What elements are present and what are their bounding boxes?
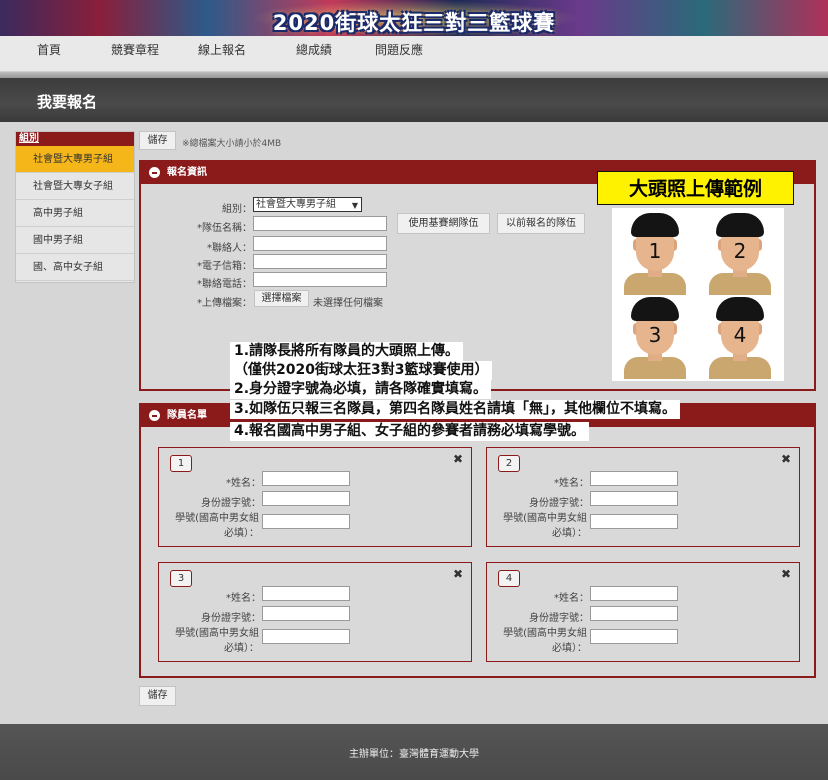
member-id-input[interactable] bbox=[262, 606, 350, 621]
no-file-text: 未選擇任何檔案 bbox=[313, 298, 383, 309]
member-number: 2 bbox=[498, 455, 520, 472]
banner: 2020街球太狂三對三籃球賽 bbox=[0, 0, 828, 36]
member-student-input[interactable] bbox=[262, 629, 350, 644]
contact-input[interactable] bbox=[253, 236, 387, 251]
name-label: *姓名： bbox=[226, 478, 261, 489]
student-label: 學號(國高中男女組 必填）： bbox=[503, 513, 587, 539]
team-name-label: *隊伍名稱： bbox=[197, 223, 252, 234]
save-button-bottom[interactable]: 儲存 bbox=[139, 686, 176, 706]
id-label: 身份證字號： bbox=[529, 498, 589, 509]
sample-number-1: 1 bbox=[648, 239, 662, 263]
note-2: 2.身分證字號為必填，請各隊確實填寫。 bbox=[230, 380, 492, 399]
member-name-input[interactable] bbox=[590, 471, 678, 486]
id-label: 身份證字號： bbox=[201, 498, 261, 509]
member-number: 3 bbox=[170, 570, 192, 587]
nav-results[interactable]: 總成績 bbox=[296, 41, 332, 58]
sidebar: 組別 社會暨大專男子組 社會暨大專女子組 高中男子組 國中男子組 國、高中女子組 bbox=[15, 131, 135, 283]
member-card-1: 1 ✖ *姓名： 身份證字號： 學號(國高中男女組 必填）： bbox=[158, 447, 472, 547]
contact-label: *聯絡人： bbox=[207, 243, 252, 254]
close-icon[interactable]: ✖ bbox=[781, 452, 791, 466]
sidebar-item-highschool-men[interactable]: 高中男子組 bbox=[16, 200, 134, 227]
sidebar-item-college-men[interactable]: 社會暨大專男子組 bbox=[16, 146, 134, 173]
name-label: *姓名： bbox=[554, 593, 589, 604]
student-label: 學號(國高中男女組 必填）： bbox=[175, 513, 259, 539]
collapse-icon[interactable] bbox=[149, 167, 160, 178]
member-student-input[interactable] bbox=[590, 514, 678, 529]
upload-label: *上傳檔案： bbox=[197, 298, 252, 309]
note-1: 1.請隊長將所有隊員的大頭照上傳。 bbox=[230, 342, 464, 361]
member-name-input[interactable] bbox=[262, 471, 350, 486]
sidebar-item-junior-men[interactable]: 國中男子組 bbox=[16, 227, 134, 254]
collapse-icon[interactable] bbox=[149, 410, 160, 421]
team-name-input[interactable] bbox=[253, 216, 387, 231]
nav-register[interactable]: 線上報名 bbox=[198, 41, 246, 58]
group-label: 組別： bbox=[222, 204, 252, 215]
instruction-notes: 1.請隊長將所有隊員的大頭照上傳。 （僅供2020街球太狂3對3籃球賽使用） 2… bbox=[226, 338, 806, 448]
phone-label: *聯絡電話： bbox=[197, 279, 252, 290]
member-card-2: 2 ✖ *姓名： 身份證字號： 學號(國高中男女組 必填）： bbox=[486, 447, 800, 547]
sidebar-item-college-women[interactable]: 社會暨大專女子組 bbox=[16, 173, 134, 200]
member-name-input[interactable] bbox=[590, 586, 678, 601]
member-student-input[interactable] bbox=[262, 514, 350, 529]
members-heading: 隊員名單 bbox=[167, 410, 207, 421]
sample-number-2: 2 bbox=[733, 239, 747, 263]
member-number: 1 bbox=[170, 455, 192, 472]
note-4: 4.報名國高中男子組、女子組的參賽者請務必填寫學號。 bbox=[230, 422, 590, 441]
nav-feedback[interactable]: 問題反應 bbox=[375, 41, 423, 58]
nav-home[interactable]: 首頁 bbox=[37, 41, 61, 58]
member-id-input[interactable] bbox=[262, 491, 350, 506]
id-label: 身份證字號： bbox=[201, 613, 261, 624]
registration-heading: 報名資訊 bbox=[167, 167, 207, 178]
page-header: 我要報名 bbox=[0, 78, 828, 122]
file-size-note: ※總檔案大小請小於4MB bbox=[182, 139, 282, 149]
member-id-input[interactable] bbox=[590, 491, 678, 506]
footer: 主辦單位：臺灣體育運動大學 bbox=[0, 724, 828, 780]
nav-rules[interactable]: 競賽章程 bbox=[111, 41, 159, 58]
sidebar-heading: 組別 bbox=[16, 132, 134, 146]
sample-photo-title: 大頭照上傳範例 bbox=[597, 171, 794, 205]
top-nav: 首頁 競賽章程 線上報名 總成績 問題反應 bbox=[0, 36, 828, 72]
phone-input[interactable] bbox=[253, 272, 387, 287]
name-label: *姓名： bbox=[554, 478, 589, 489]
footer-organizer: 主辦單位：臺灣體育運動大學 bbox=[349, 749, 479, 760]
member-card-4: 4 ✖ *姓名： 身份證字號： 學號(國高中男女組 必填）： bbox=[486, 562, 800, 662]
group-select-value: 社會暨大專男子組 bbox=[256, 199, 336, 210]
close-icon[interactable]: ✖ bbox=[453, 452, 463, 466]
banner-title: 2020街球太狂三對三籃球賽 bbox=[272, 11, 556, 35]
student-label: 學號(國高中男女組 必填）： bbox=[503, 628, 587, 654]
group-select[interactable]: 社會暨大專男子組 ▼ bbox=[253, 197, 362, 212]
sidebar-item-school-women[interactable]: 國、高中女子組 bbox=[16, 254, 134, 281]
note-1b: （僅供2020街球太狂3對3籃球賽使用） bbox=[230, 361, 493, 380]
save-button-top[interactable]: 儲存 bbox=[139, 131, 176, 150]
note-3: 3.如隊伍只報三名隊員，第四名隊員姓名請填「無」，其他欄位不填寫。 bbox=[230, 400, 681, 419]
member-student-input[interactable] bbox=[590, 629, 678, 644]
close-icon[interactable]: ✖ bbox=[781, 567, 791, 581]
member-card-3: 3 ✖ *姓名： 身份證字號： 學號(國高中男女組 必填）： bbox=[158, 562, 472, 662]
member-name-input[interactable] bbox=[262, 586, 350, 601]
previous-team-button[interactable]: 以前報名的隊伍 bbox=[497, 213, 585, 234]
close-icon[interactable]: ✖ bbox=[453, 567, 463, 581]
id-label: 身份證字號： bbox=[529, 613, 589, 624]
page-title: 我要報名 bbox=[37, 93, 98, 111]
email-input[interactable] bbox=[253, 254, 387, 269]
choose-file-button[interactable]: 選擇檔案 bbox=[254, 290, 309, 307]
sample-photo-1: 1 bbox=[624, 213, 686, 295]
sample-photo-2: 2 bbox=[709, 213, 771, 295]
use-team-button[interactable]: 使用基賽網隊伍 bbox=[397, 213, 490, 234]
member-id-input[interactable] bbox=[590, 606, 678, 621]
student-label: 學號(國高中男女組 必填）： bbox=[175, 628, 259, 654]
name-label: *姓名： bbox=[226, 593, 261, 604]
chevron-down-icon: ▼ bbox=[351, 201, 358, 210]
email-label: *電子信箱： bbox=[197, 261, 252, 272]
member-number: 4 bbox=[498, 570, 520, 587]
